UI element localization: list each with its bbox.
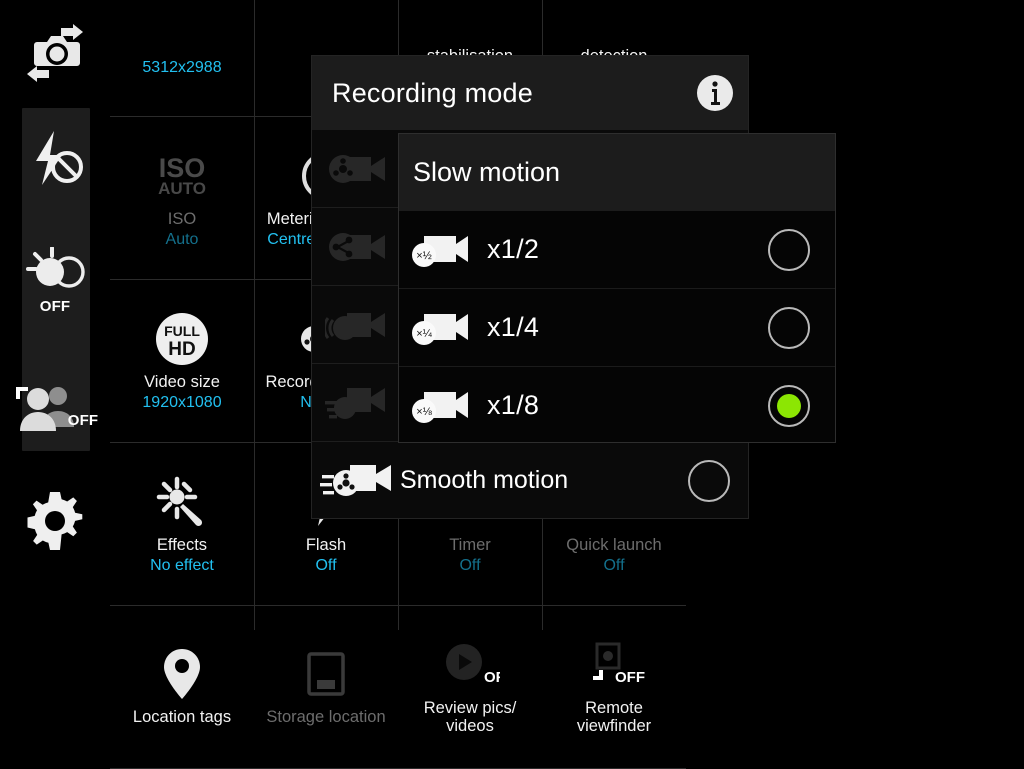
subpanel-row-radio[interactable]	[743, 228, 835, 271]
cell-label: Flash	[305, 535, 347, 554]
review-off-icon: OFF	[440, 637, 500, 693]
cell-label: ISO	[167, 209, 197, 228]
camera-switch-icon	[23, 23, 87, 87]
full-hd-icon: FULL HD	[155, 311, 209, 367]
cell-value: No effect	[150, 556, 214, 574]
grid-cell-storage-location[interactable]: Storage location	[254, 606, 398, 769]
hdr-button[interactable]: OFF	[14, 245, 96, 317]
camcorder-eighth-icon: ×⅛	[399, 386, 487, 426]
cell-value: 1920x1080	[142, 393, 222, 411]
subpanel-row-x1-2[interactable]: ×½ x1/2	[399, 211, 835, 289]
cell-value: Off	[603, 556, 625, 574]
subpanel-row-x1-8[interactable]: ×⅛ x1/8	[399, 367, 835, 444]
gear-icon	[26, 491, 84, 555]
radio-button[interactable]	[768, 228, 810, 271]
face-detection-off-label: OFF	[67, 412, 99, 429]
info-icon[interactable]	[696, 74, 734, 112]
camcorder-half-icon: ×½	[399, 230, 487, 270]
cell-value: 5312x2988	[142, 58, 222, 76]
grid-cell-review-pics[interactable]: OFF Review pics/ videos	[398, 606, 542, 769]
speed-badge: ×¼	[416, 328, 432, 340]
slow-motion-subpanel: Slow motion ×½ x1/2 ×¼ x1/4 ×⅛ x1/8	[399, 134, 835, 442]
radio-dot	[777, 393, 801, 418]
speed-badge: ×½	[416, 250, 432, 262]
grid-cell-effects[interactable]: Effects No effect	[110, 443, 254, 606]
radio-button-selected[interactable]	[768, 384, 810, 427]
dialog-header: Recording mode	[312, 56, 748, 130]
cell-value: Auto	[165, 230, 199, 248]
cell-value: Off	[315, 556, 337, 574]
subpanel-row-radio[interactable]	[743, 306, 835, 349]
cell-value: Off	[459, 556, 481, 574]
cell-label: Remote viewfinder	[576, 699, 652, 735]
camcorder-smooth-icon	[312, 459, 400, 503]
cell-label: Review pics/ videos	[423, 699, 517, 735]
subpanel-row-label: x1/2	[487, 234, 540, 264]
location-pin-icon	[162, 646, 202, 702]
grid-cell-video-size[interactable]: FULL HD Video size 1920x1080	[110, 280, 254, 443]
subpanel-row-x1-4[interactable]: ×¼ x1/4	[399, 289, 835, 367]
cell-label: Timer	[449, 535, 491, 554]
people-off-icon: OFF	[12, 383, 99, 431]
svg-text:HD: HD	[168, 339, 195, 360]
iso-auto-icon: ISO AUTO	[158, 152, 206, 198]
subpanel-header: Slow motion	[399, 134, 835, 211]
cell-label: Storage location	[266, 708, 386, 726]
cell-label: Quick launch	[566, 535, 662, 554]
speed-badge: ×⅛	[416, 406, 432, 418]
flash-button[interactable]	[14, 125, 96, 195]
grid-cell-location-tags[interactable]: Location tags	[110, 606, 254, 769]
radio-button[interactable]	[768, 306, 810, 349]
grid-cell-remote-viewfinder[interactable]: OFF Remote viewfinder	[542, 606, 686, 769]
dialog-row-radio[interactable]	[670, 459, 748, 502]
subpanel-row-label: x1/4	[487, 312, 540, 342]
subpanel-row-label: x1/8	[487, 390, 540, 420]
flash-off-icon	[24, 129, 86, 192]
effects-icon	[156, 474, 208, 530]
face-detection-button[interactable]: OFF	[12, 372, 99, 442]
radio-button[interactable]	[688, 459, 730, 502]
camcorder-quarter-icon: ×¼	[399, 308, 487, 348]
svg-text:FULL: FULL	[164, 323, 200, 339]
grid-cell-photo-size[interactable]: 5312x2988	[110, 0, 254, 117]
dialog-title: Recording mode	[332, 77, 533, 108]
dialog-row-smooth-motion[interactable]: Smooth motion	[312, 442, 748, 519]
subpanel-title: Slow motion	[413, 157, 561, 187]
cell-label: Location tags	[132, 708, 232, 726]
switch-camera-button[interactable]	[14, 22, 96, 88]
left-toolbar: OFF OFF	[0, 0, 110, 576]
cell-label: Effects	[156, 535, 208, 554]
svg-text:OFF: OFF	[615, 669, 645, 686]
settings-button[interactable]	[14, 491, 96, 555]
settings-column-1: 5312x2988 ISO AUTO ISO Auto FULL HD Vide…	[110, 0, 255, 769]
camcorder-reel-icon	[312, 148, 400, 190]
camcorder-share-icon	[312, 226, 400, 268]
camcorder-fast-icon	[312, 382, 400, 424]
grid-cell-iso[interactable]: ISO AUTO ISO Auto	[110, 117, 254, 280]
storage-icon	[303, 646, 349, 702]
remote-viewfinder-off-icon: OFF	[583, 637, 645, 693]
cell-label: Video size	[144, 372, 220, 391]
svg-text:OFF: OFF	[484, 669, 500, 686]
subpanel-row-radio[interactable]	[743, 384, 835, 427]
camcorder-slow-icon	[312, 304, 400, 346]
hdr-off-label: OFF	[39, 298, 71, 315]
dialog-row-label: Smooth motion	[400, 466, 569, 494]
hdr-off-icon	[22, 246, 88, 298]
